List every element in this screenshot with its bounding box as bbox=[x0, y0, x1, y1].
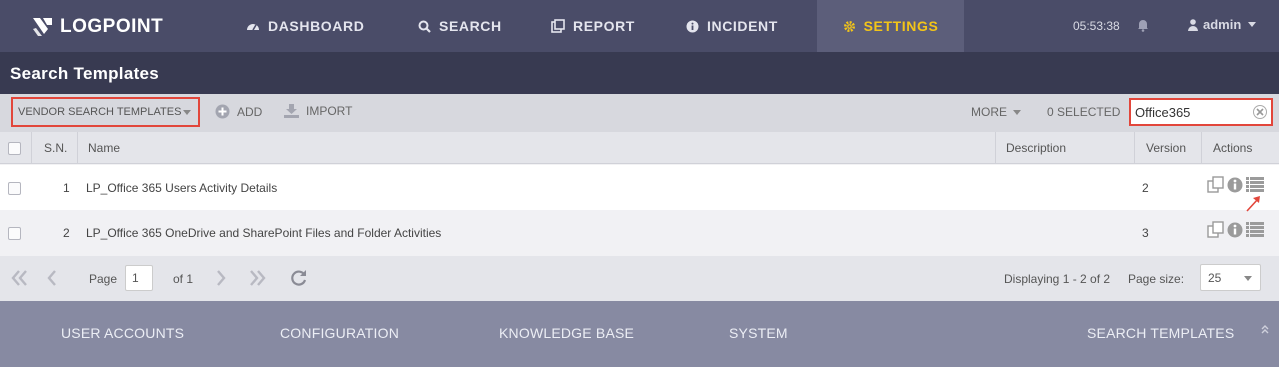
add-button[interactable]: ADD bbox=[215, 104, 262, 119]
toolbar: VENDOR SEARCH TEMPLATES ADD IMPORT MORE … bbox=[0, 94, 1279, 132]
row-version: 2 bbox=[1142, 181, 1149, 195]
chevron-up-icon[interactable] bbox=[1260, 321, 1270, 339]
page-size-label: Page size: bbox=[1128, 272, 1185, 286]
annotation-arrow-icon bbox=[1244, 194, 1264, 219]
row-checkbox[interactable] bbox=[8, 210, 21, 256]
page-size-value: 25 bbox=[1208, 270, 1222, 285]
row-actions bbox=[1207, 176, 1264, 196]
row-name: LP_Office 365 OneDrive and SharePoint Fi… bbox=[86, 226, 442, 240]
previous-page-icon[interactable] bbox=[46, 269, 58, 287]
column-header-actions: Actions bbox=[1213, 141, 1253, 155]
chevron-down-icon bbox=[1244, 276, 1252, 281]
gear-icon bbox=[843, 20, 856, 33]
vendor-templates-label: VENDOR SEARCH TEMPLATES bbox=[18, 106, 182, 118]
add-label: ADD bbox=[237, 104, 263, 119]
user-icon bbox=[1188, 18, 1198, 31]
top-navigation: LOGPOINT DASHBOARD SEARCH REPORT INCIDEN… bbox=[0, 0, 1279, 52]
footer-knowledge-base[interactable]: KNOWLEDGE BASE bbox=[499, 325, 634, 341]
table-row[interactable]: 2 LP_Office 365 OneDrive and SharePoint … bbox=[0, 210, 1279, 256]
last-page-icon[interactable] bbox=[247, 269, 267, 287]
row-checkbox[interactable] bbox=[8, 165, 21, 211]
more-dropdown[interactable]: MORE bbox=[971, 105, 1021, 119]
bell-icon[interactable] bbox=[1137, 18, 1149, 37]
nav-incident-label: INCIDENT bbox=[707, 18, 778, 34]
chevron-down-icon bbox=[183, 110, 191, 115]
row-sn: 2 bbox=[63, 226, 70, 240]
footer-search-templates[interactable]: SEARCH TEMPLATES bbox=[1087, 325, 1234, 341]
pagination-bar: Page 1 of 1 Displaying 1 - 2 of 2 Page s… bbox=[0, 256, 1279, 301]
import-label: IMPORT bbox=[306, 104, 353, 118]
clear-search-icon[interactable] bbox=[1253, 105, 1267, 119]
column-header-description[interactable]: Description bbox=[1006, 132, 1066, 164]
user-menu[interactable]: admin bbox=[1188, 17, 1257, 32]
selected-count: 0 SELECTED bbox=[1047, 105, 1121, 119]
nav-incident[interactable]: INCIDENT bbox=[686, 0, 778, 52]
title-bar: Search Templates bbox=[0, 52, 1279, 94]
import-button[interactable]: IMPORT bbox=[284, 104, 352, 118]
page-count: of 1 bbox=[173, 272, 194, 286]
search-icon bbox=[418, 20, 431, 33]
column-divider bbox=[77, 132, 78, 164]
footer-system[interactable]: SYSTEM bbox=[729, 325, 788, 341]
nav-dashboard-label: DASHBOARD bbox=[268, 18, 365, 34]
page-number-input[interactable]: 1 bbox=[125, 265, 153, 291]
column-divider bbox=[995, 132, 996, 164]
list-icon[interactable] bbox=[1246, 222, 1264, 240]
row-name: LP_Office 365 Users Activity Details bbox=[86, 181, 278, 195]
search-input[interactable] bbox=[1135, 102, 1253, 122]
nav-settings-label: SETTINGS bbox=[863, 18, 939, 34]
chevron-down-icon bbox=[1013, 109, 1021, 115]
table-row[interactable]: 1 LP_Office 365 Users Activity Details 2 bbox=[0, 165, 1279, 211]
first-page-icon[interactable] bbox=[10, 269, 30, 287]
dashboard-icon bbox=[246, 20, 260, 32]
add-circle-icon bbox=[215, 104, 230, 119]
report-icon bbox=[551, 19, 565, 33]
column-divider bbox=[31, 132, 32, 164]
nav-settings[interactable]: SETTINGS bbox=[817, 0, 964, 52]
page-label: Page bbox=[89, 272, 118, 286]
row-actions bbox=[1207, 221, 1264, 241]
nav-search[interactable]: SEARCH bbox=[418, 0, 502, 52]
row-sn: 1 bbox=[63, 181, 70, 195]
vendor-templates-dropdown[interactable]: VENDOR SEARCH TEMPLATES bbox=[11, 97, 200, 127]
info-icon[interactable] bbox=[1227, 222, 1243, 241]
refresh-icon[interactable] bbox=[290, 269, 308, 287]
column-header-version[interactable]: Version bbox=[1146, 132, 1186, 164]
info-icon[interactable] bbox=[1227, 177, 1243, 196]
copy-icon[interactable] bbox=[1207, 221, 1224, 241]
copy-icon[interactable] bbox=[1207, 176, 1224, 196]
grid-header: S.N. Name Description Version Actions bbox=[0, 132, 1279, 164]
nav-report-label: REPORT bbox=[573, 18, 635, 34]
column-divider bbox=[1201, 132, 1202, 164]
page-title: Search Templates bbox=[10, 64, 160, 83]
info-icon bbox=[686, 20, 699, 33]
list-icon[interactable] bbox=[1246, 177, 1264, 195]
brand-name: LOGPOINT bbox=[60, 16, 164, 37]
settings-footer-nav: USER ACCOUNTS CONFIGURATION KNOWLEDGE BA… bbox=[0, 301, 1279, 367]
nav-dashboard[interactable]: DASHBOARD bbox=[246, 0, 364, 52]
footer-configuration[interactable]: CONFIGURATION bbox=[280, 325, 399, 341]
logpoint-logo-icon bbox=[30, 15, 56, 39]
select-all-checkbox[interactable] bbox=[8, 132, 21, 164]
search-box bbox=[1129, 98, 1273, 126]
nav-report[interactable]: REPORT bbox=[551, 0, 635, 52]
column-header-sn[interactable]: S.N. bbox=[44, 132, 67, 164]
next-page-icon[interactable] bbox=[215, 269, 227, 287]
column-divider bbox=[1134, 132, 1135, 164]
column-header-name[interactable]: Name bbox=[88, 132, 120, 164]
clock: 05:53:38 bbox=[1073, 19, 1120, 33]
chevron-down-icon bbox=[1248, 22, 1257, 27]
page-size-select[interactable]: 25 bbox=[1200, 264, 1261, 291]
logo[interactable]: LOGPOINT bbox=[30, 14, 163, 40]
displaying-summary: Displaying 1 - 2 of 2 bbox=[1004, 272, 1111, 286]
nav-search-label: SEARCH bbox=[439, 18, 502, 34]
row-version: 3 bbox=[1142, 226, 1149, 240]
footer-user-accounts[interactable]: USER ACCOUNTS bbox=[61, 325, 184, 341]
import-icon bbox=[284, 104, 299, 118]
username: admin bbox=[1203, 17, 1242, 32]
more-label: MORE bbox=[971, 105, 1007, 119]
